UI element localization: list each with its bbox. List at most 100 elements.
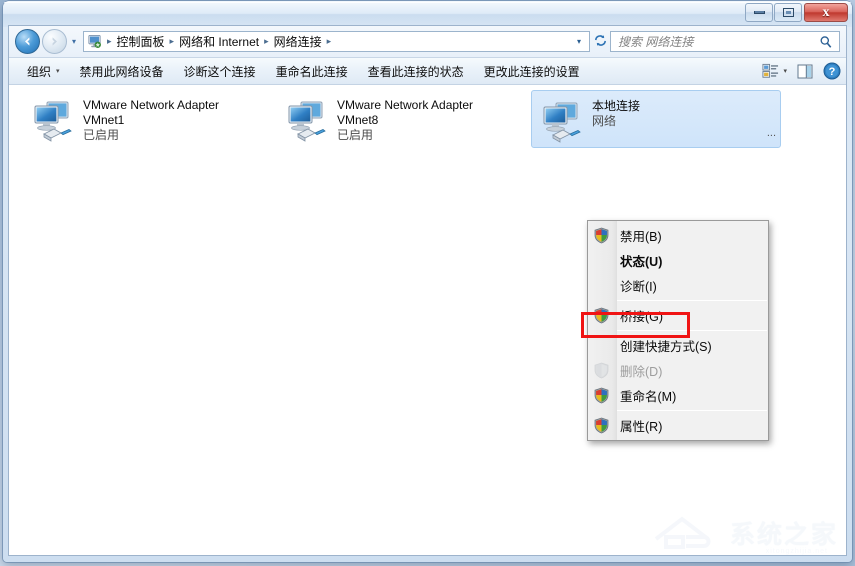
connection-labels: VMware Network Adapter VMnet8 已启用	[337, 95, 473, 143]
close-icon: x	[822, 4, 830, 20]
forward-arrow-icon	[52, 37, 57, 46]
menu-icon-placeholder	[593, 337, 610, 354]
preview-pane-icon	[797, 64, 813, 78]
forward-button[interactable]	[42, 29, 67, 54]
menu-item-properties[interactable]: 属性(R)	[588, 413, 768, 438]
back-arrow-icon	[25, 37, 30, 46]
title-bar[interactable]: x	[3, 1, 852, 27]
menu-item-label: 重命名(M)	[620, 390, 677, 404]
watermark: 系统之家 xitongzhijia.net	[652, 513, 838, 555]
house-logo-icon	[654, 516, 711, 549]
window-buttons: x	[744, 3, 848, 22]
menu-item-rename[interactable]: 重命名(M)	[588, 383, 768, 408]
window-client-area: ▾ ▸ 控制面板 ▸ 网络和 Internet ▸ 网络连接 ▸ ▾ 搜索 网络…	[8, 25, 847, 556]
menu-item-label: 诊断(I)	[620, 280, 657, 294]
caption-highlight	[4, 2, 851, 3]
back-button[interactable]	[15, 29, 40, 54]
help-button[interactable]: ?	[818, 59, 846, 83]
refresh-icon	[594, 35, 606, 46]
context-menu: 禁用(B) 状态(U) 诊断(I) 桥接(G) 创建快捷方式(S) 删除(D) …	[587, 220, 769, 441]
menu-item-label: 状态(U)	[620, 255, 663, 269]
menu-separator	[617, 410, 767, 411]
control-panel-icon	[87, 34, 102, 49]
shield-icon	[593, 417, 610, 434]
connection-name-line1: 本地连接	[592, 99, 641, 113]
menu-separator	[617, 330, 767, 331]
menu-item-bridge[interactable]: 桥接(G)	[588, 303, 768, 328]
window-frame: x ▾ ▸ 控制面板 ▸ 网络和 Internet ▸ 网络连接 ▸ ▾ 搜索 …	[3, 1, 852, 562]
menu-item-create-shortcut[interactable]: 创建快捷方式(S)	[588, 333, 768, 358]
connections-list: 系统之家 xitongzhijia.net VMware Network Ada…	[9, 86, 846, 555]
maximize-button[interactable]	[774, 3, 802, 22]
menu-item-status[interactable]: 状态(U)	[588, 248, 768, 273]
toolbar-item-change-settings[interactable]: 更改此连接的设置	[474, 58, 590, 85]
close-button[interactable]: x	[804, 3, 848, 22]
network-adapter-icon	[29, 95, 77, 143]
help-icon: ?	[823, 62, 841, 80]
toolbar-item-rename[interactable]: 重命名此连接	[266, 58, 358, 85]
menu-item-delete: 删除(D)	[588, 358, 768, 383]
breadcrumb-separator-2[interactable]: ▸	[261, 36, 272, 47]
watermark-text: 系统之家	[729, 520, 838, 549]
toolbar-item-view-status[interactable]: 查看此连接的状态	[358, 58, 474, 85]
connection-tile-vmnet1[interactable]: VMware Network Adapter VMnet1 已启用	[23, 90, 273, 148]
menu-item-disable[interactable]: 禁用(B)	[588, 223, 768, 248]
menu-item-label: 禁用(B)	[620, 230, 662, 244]
search-input[interactable]: 搜索 网络连接	[611, 33, 693, 50]
toolbar-item-disable-device[interactable]: 禁用此网络设备	[70, 58, 174, 85]
history-dropdown-button[interactable]: ▾	[68, 37, 80, 46]
menu-icon-placeholder	[593, 277, 610, 294]
connection-name-line1: VMware Network Adapter	[337, 98, 474, 112]
breadcrumb-separator-3[interactable]: ▸	[324, 36, 335, 47]
menu-item-label: 桥接(G)	[620, 310, 664, 324]
connection-status: 已启用	[83, 128, 120, 142]
connection-tile-vmnet8[interactable]: VMware Network Adapter VMnet8 已启用	[277, 90, 527, 148]
views-icon	[762, 63, 779, 78]
menu-separator	[617, 300, 767, 301]
connection-overflow-ellipsis: ...	[766, 127, 776, 139]
address-dropdown-icon[interactable]: ▾	[572, 32, 586, 51]
navigation-bar: ▾ ▸ 控制面板 ▸ 网络和 Internet ▸ 网络连接 ▸ ▾ 搜索 网络…	[9, 26, 846, 58]
shield-icon-disabled	[593, 362, 610, 379]
toolbar-item-diagnose[interactable]: 诊断这个连接	[174, 58, 266, 85]
network-adapter-icon	[283, 95, 331, 143]
breadcrumb-separator-1[interactable]: ▸	[167, 36, 178, 47]
breadcrumb-item-0[interactable]: 控制面板	[115, 33, 167, 50]
connection-labels: 本地连接 网络	[592, 96, 640, 129]
breadcrumb-item-2[interactable]: 网络连接	[272, 33, 324, 50]
views-button[interactable]: ▾	[757, 60, 792, 82]
menu-item-label: 属性(R)	[620, 420, 663, 434]
svg-text:?: ?	[829, 66, 836, 78]
minimize-icon	[753, 11, 765, 14]
network-adapter-icon	[538, 96, 586, 144]
connection-status: 网络	[592, 114, 617, 128]
shield-icon	[593, 387, 610, 404]
refresh-button[interactable]	[590, 33, 610, 50]
toolbar-item-organize[interactable]: 组织 ▾	[17, 58, 70, 85]
address-bar[interactable]: ▸ 控制面板 ▸ 网络和 Internet ▸ 网络连接 ▸ ▾	[83, 31, 590, 52]
breadcrumb-separator-0[interactable]: ▸	[104, 36, 115, 47]
minimize-button[interactable]	[745, 3, 773, 22]
connection-tile-local-area[interactable]: 本地连接 网络 ...	[531, 90, 781, 148]
menu-item-label: 创建快捷方式(S)	[620, 340, 712, 354]
connection-name-line1: VMware Network Adapter	[83, 98, 220, 112]
menu-item-diagnose[interactable]: 诊断(I)	[588, 273, 768, 298]
watermark-subtext: xitongzhijia.net	[765, 548, 828, 555]
connection-status: 已启用	[337, 128, 374, 142]
maximize-icon	[782, 8, 794, 17]
chevron-down-icon: ▾	[56, 68, 60, 75]
shield-icon	[593, 307, 610, 324]
menu-icon-placeholder	[593, 252, 610, 269]
menu-item-label: 删除(D)	[620, 365, 663, 379]
connection-name-line2: VMnet1	[83, 113, 125, 127]
connection-name-line2: VMnet8	[337, 113, 379, 127]
search-icon[interactable]	[819, 35, 833, 54]
views-chevron-down-icon[interactable]: ▾	[783, 67, 787, 75]
command-toolbar: 组织 ▾ 禁用此网络设备 诊断这个连接 重命名此连接 查看此连接的状态 更改此连…	[9, 58, 846, 85]
search-box[interactable]: 搜索 网络连接	[610, 31, 840, 52]
breadcrumb-item-1[interactable]: 网络和 Internet	[177, 33, 261, 50]
toolbar-label-organize: 组织	[27, 64, 52, 79]
shield-icon	[593, 227, 610, 244]
preview-pane-button[interactable]	[792, 61, 818, 82]
connection-labels: VMware Network Adapter VMnet1 已启用	[83, 95, 219, 143]
